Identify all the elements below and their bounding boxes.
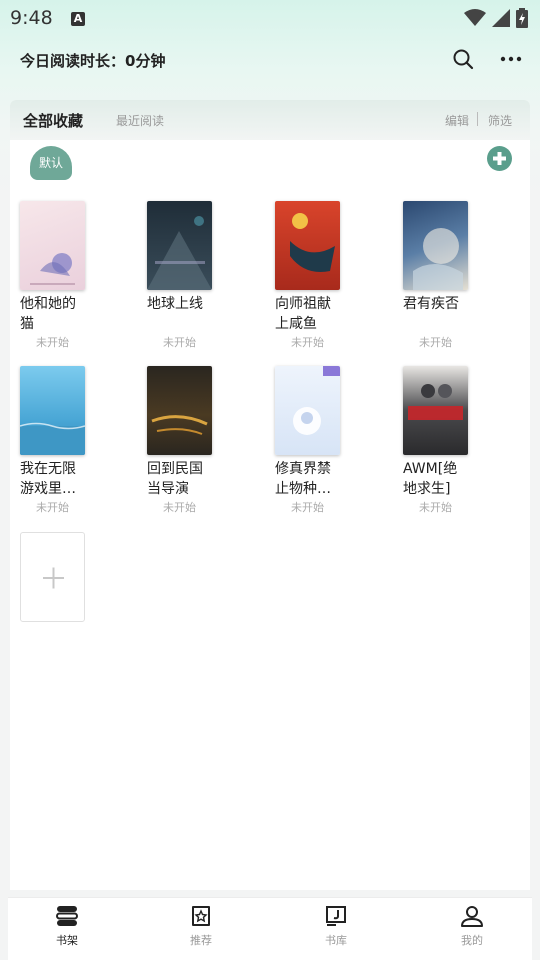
book-item[interactable]: 他和她的猫 未开始 — [20, 201, 120, 349]
status-icons — [464, 8, 528, 28]
book-cover[interactable] — [403, 201, 468, 290]
more-icon[interactable] — [499, 48, 523, 70]
book-title: 地球上线 — [147, 296, 203, 312]
nav-profile[interactable]: 我的 — [442, 904, 502, 948]
status-time: 9:48 — [10, 7, 53, 29]
recommend-icon — [192, 906, 210, 926]
group-default-chip[interactable]: 默认 — [30, 146, 72, 180]
book-item[interactable]: 我在无限游戏里… 未开始 — [20, 366, 120, 514]
bookshelf-tabs: 全部收藏 最近阅读 编辑 筛选 — [10, 100, 530, 140]
filter-button[interactable]: 筛选 — [488, 112, 512, 129]
book-status: 未开始 — [291, 501, 324, 514]
bookshelf-card: 全部收藏 最近阅读 编辑 筛选 默认 他和她的猫 未开始 地球上线 未开始 向师… — [10, 100, 530, 890]
nav-label: 推荐 — [190, 934, 212, 947]
book-cover[interactable] — [275, 201, 340, 290]
book-title: 我在无限游戏里… — [20, 461, 76, 497]
signal-icon — [492, 9, 510, 27]
book-item[interactable]: 回到民国当导演 未开始 — [147, 366, 247, 514]
book-cover[interactable] — [403, 366, 468, 455]
nav-recommend[interactable]: 推荐 — [171, 904, 231, 948]
book-cover[interactable] — [20, 366, 85, 455]
book-status: 未开始 — [36, 501, 69, 514]
notification-icon: A — [71, 12, 85, 26]
tab-recent-reading[interactable]: 最近阅读 — [116, 112, 164, 129]
book-item[interactable]: 地球上线 未开始 — [147, 201, 247, 349]
nav-label: 我的 — [461, 934, 483, 947]
book-title: AWM[绝地求生] — [403, 461, 458, 497]
add-book-button[interactable] — [20, 532, 85, 622]
book-item[interactable]: AWM[绝地求生] 未开始 — [403, 366, 503, 514]
cover-art — [293, 366, 340, 435]
status-bar: 9:48 A — [0, 0, 540, 36]
add-group-icon[interactable] — [487, 146, 512, 171]
cover-art — [20, 422, 85, 455]
cover-art — [151, 415, 208, 435]
cover-art — [30, 253, 75, 285]
plus-icon — [43, 567, 64, 589]
book-status: 未开始 — [419, 501, 452, 514]
book-item[interactable]: 向师祖献上咸鱼 未开始 — [275, 201, 375, 349]
book-title: 修真界禁止物种… — [275, 461, 331, 497]
nav-library[interactable]: 书库 — [306, 904, 366, 948]
cover-art — [290, 213, 335, 272]
book-title: 他和她的猫 — [20, 296, 76, 332]
book-status: 未开始 — [163, 501, 196, 514]
search-icon[interactable] — [452, 48, 474, 70]
book-item[interactable]: 君有疾否 未开始 — [403, 201, 503, 349]
cover-art — [408, 384, 463, 420]
divider — [477, 112, 478, 126]
bottom-nav: 书架 推荐 书库 我的 — [8, 897, 532, 960]
book-cover[interactable] — [147, 201, 212, 290]
book-cover[interactable] — [147, 366, 212, 455]
book-status: 未开始 — [291, 336, 324, 349]
book-status: 未开始 — [419, 336, 452, 349]
reading-time-title: 今日阅读时长：0分钟 — [20, 52, 166, 70]
book-cover[interactable] — [20, 201, 85, 290]
cover-art — [147, 216, 212, 290]
nav-bookshelf[interactable]: 书架 — [37, 904, 97, 948]
book-status: 未开始 — [36, 336, 69, 349]
book-status: 未开始 — [163, 336, 196, 349]
library-icon — [326, 906, 346, 926]
cover-art — [413, 228, 463, 290]
book-title: 君有疾否 — [403, 296, 459, 312]
book-item[interactable]: 修真界禁止物种… 未开始 — [275, 366, 375, 514]
book-cover[interactable] — [275, 366, 340, 455]
bookshelf-icon — [56, 906, 78, 926]
edit-button[interactable]: 编辑 — [445, 112, 469, 129]
tab-all-collections[interactable]: 全部收藏 — [23, 110, 83, 131]
nav-label: 书库 — [325, 934, 347, 947]
book-title: 回到民国当导演 — [147, 461, 203, 497]
battery-icon — [516, 8, 528, 28]
profile-icon — [461, 906, 483, 927]
nav-label: 书架 — [56, 934, 78, 947]
wifi-icon — [464, 9, 486, 26]
book-title: 向师祖献上咸鱼 — [275, 296, 331, 332]
